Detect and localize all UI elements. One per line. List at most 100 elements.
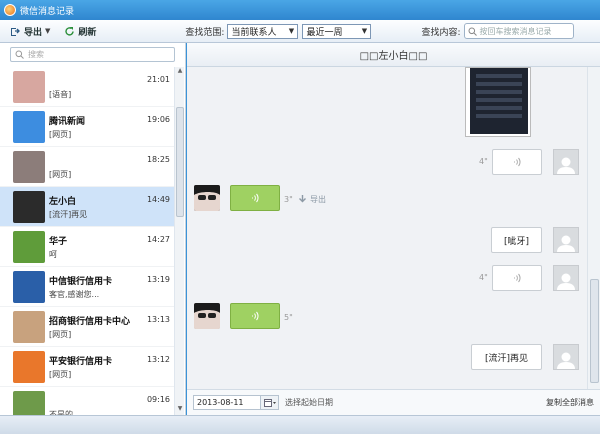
- contact-time: 14:27: [146, 235, 170, 244]
- avatar: [13, 351, 45, 383]
- contact-name: 左小白: [49, 197, 77, 207]
- voice-duration: 3": [284, 195, 293, 204]
- avatar: [194, 303, 220, 329]
- contact-preview: [语音]: [49, 90, 72, 99]
- avatar: [553, 265, 579, 291]
- contact-preview: [网页]: [49, 170, 72, 179]
- scrollbar-thumb[interactable]: [590, 279, 599, 383]
- content-label: 查找内容:: [421, 27, 461, 38]
- contact-time: 19:06: [146, 115, 170, 124]
- scroll-up-icon[interactable]: ▲: [175, 67, 185, 77]
- contact-item[interactable]: 21:01 [语音]: [0, 67, 174, 107]
- contact-item[interactable]: 18:25 [网页]: [0, 147, 174, 187]
- export-button[interactable]: 导出 ▼: [10, 25, 50, 38]
- chat-footer: 2013-08-11 选择起始日期 复制全部消息: [187, 389, 600, 415]
- chat-panel: □□左小白□□ 4" 3" 导出 [呲牙] 4" 5" [流汗]再见 2013-…: [187, 43, 600, 415]
- date-hint: 选择起始日期: [285, 398, 333, 407]
- text-message-bubble[interactable]: [流汗]再见: [471, 344, 542, 370]
- scrollbar-thumb[interactable]: [176, 107, 184, 217]
- text-message-bubble[interactable]: [呲牙]: [491, 227, 542, 253]
- contact-item[interactable]: 左小白 14:49 [流汗]再见: [0, 187, 174, 227]
- start-date-input[interactable]: 2013-08-11: [193, 395, 261, 410]
- contact-preview: [流汗]再见: [49, 210, 88, 219]
- voice-wave-icon: [514, 273, 521, 283]
- contact-name: 平安银行信用卡: [49, 357, 113, 367]
- contact-item[interactable]: 中信银行信用卡 13:19 客官,感谢您...: [0, 267, 174, 307]
- message-search-placeholder: 按回车搜索消息记录: [479, 26, 552, 36]
- voice-message-bubble[interactable]: [230, 303, 280, 329]
- avatar: [13, 71, 45, 103]
- message-text: [呲牙]: [503, 236, 530, 247]
- voice-duration: 4": [479, 273, 488, 282]
- chevron-down-icon: ▼: [288, 27, 295, 35]
- chat-title: □□左小白□□: [187, 43, 600, 67]
- voice-duration: 4": [479, 157, 488, 166]
- avatar: [13, 191, 45, 223]
- contact-time: 13:12: [146, 355, 170, 364]
- contact-item[interactable]: 腾讯新闻 19:06 [网页]: [0, 107, 174, 147]
- user-silhouette-icon: [557, 235, 575, 252]
- contact-item[interactable]: 平安银行信用卡 13:12 [网页]: [0, 347, 174, 387]
- range-label: 查找范围:: [185, 27, 225, 38]
- avatar: [553, 149, 579, 175]
- contact-preview: [网页]: [49, 370, 72, 379]
- voice-message-bubble[interactable]: [230, 185, 280, 211]
- avatar: [553, 344, 579, 370]
- avatar: [194, 185, 220, 211]
- user-silhouette-icon: [557, 157, 575, 174]
- contact-name: 腾讯新闻: [49, 117, 86, 127]
- contact-item[interactable]: 09:16 不是的: [0, 387, 174, 415]
- message-list: 4" 3" 导出 [呲牙] 4" 5" [流汗]再见: [187, 67, 587, 389]
- user-silhouette-icon: [557, 273, 575, 290]
- export-voice-label: 导出: [310, 195, 326, 204]
- contact-preview: [网页]: [49, 330, 72, 339]
- export-voice-link[interactable]: 导出: [298, 194, 326, 205]
- calendar-button[interactable]: [261, 395, 279, 410]
- status-bar: [0, 415, 600, 434]
- avatar: [13, 151, 45, 183]
- refresh-label: 刷新: [78, 27, 97, 38]
- avatar: [13, 271, 45, 303]
- range-select[interactable]: 当前联系人 ▼: [227, 23, 299, 39]
- avatar: [13, 111, 45, 143]
- contact-item[interactable]: 招商银行信用卡中心 13:13 [网页]: [0, 307, 174, 347]
- avatar: [13, 391, 45, 415]
- search-icon: [468, 27, 477, 36]
- contact-panel: 搜索 21:01 [语音] 腾讯新闻 19:06 [网页] 18:25 [网页] 左小白 14:…: [0, 43, 186, 415]
- refresh-button[interactable]: 刷新: [64, 25, 96, 38]
- contact-time: 21:01: [146, 75, 170, 84]
- image-message[interactable]: [465, 67, 531, 137]
- period-select[interactable]: 最近一周 ▼: [302, 23, 372, 39]
- contact-preview: 客官,感谢您...: [49, 290, 100, 299]
- window-title: 微信消息记录: [20, 6, 75, 17]
- contact-preview: 呵: [49, 250, 57, 259]
- voice-duration: 5": [284, 313, 293, 322]
- contact-name: 招商银行信用卡中心: [49, 317, 131, 327]
- range-select-value: 当前联系人: [231, 27, 277, 38]
- copy-all-button[interactable]: 复制全部消息: [546, 397, 594, 408]
- calendar-icon: [263, 398, 276, 407]
- contact-search-placeholder: 搜索: [28, 50, 44, 59]
- wechat-logo-icon: [4, 4, 16, 16]
- contact-name: 华子: [49, 237, 68, 247]
- scroll-down-icon[interactable]: ▼: [175, 405, 185, 415]
- contact-time: 14:49: [146, 195, 170, 204]
- chat-scrollbar[interactable]: [587, 67, 600, 389]
- message-text: [流汗]再见: [484, 353, 529, 364]
- contact-search-input[interactable]: 搜索: [10, 47, 175, 62]
- download-arrow-icon: [299, 195, 306, 203]
- chevron-down-icon: ▼: [45, 27, 51, 35]
- voice-message-bubble[interactable]: [492, 265, 542, 291]
- toolbar: 导出 ▼ 刷新 查找范围: 当前联系人 ▼ 最近一周 ▼ 查找内容: 按回车搜索…: [0, 20, 600, 43]
- message-search-input[interactable]: 按回车搜索消息记录: [463, 23, 574, 39]
- contact-item[interactable]: 华子 14:27 呵: [0, 227, 174, 267]
- contact-time: 09:16: [146, 395, 170, 404]
- avatar: [13, 231, 45, 263]
- export-icon: [11, 27, 20, 36]
- contact-scrollbar[interactable]: ▲ ▼: [174, 67, 184, 415]
- avatar: [553, 227, 579, 253]
- weather-screenshot-image: [470, 68, 528, 134]
- refresh-icon: [65, 26, 75, 35]
- avatar: [13, 311, 45, 343]
- voice-message-bubble[interactable]: [492, 149, 542, 175]
